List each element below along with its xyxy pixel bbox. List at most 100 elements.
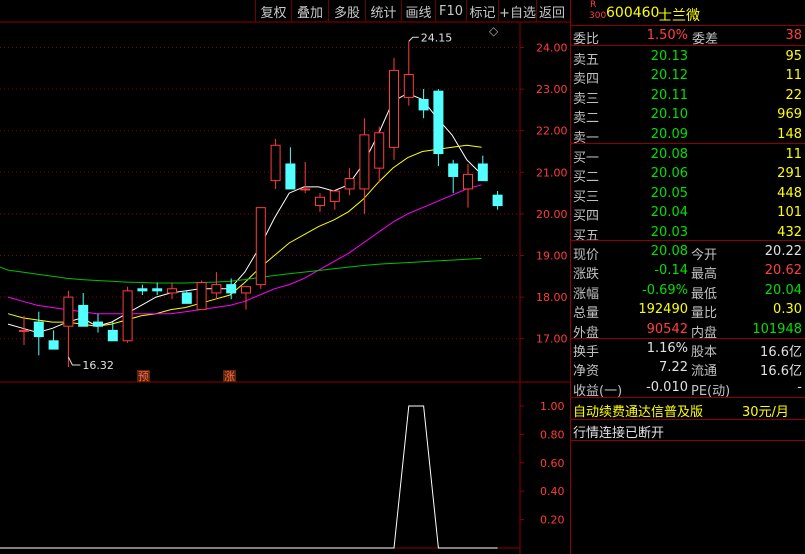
stat-label: 现价 [573, 248, 600, 263]
stat-value: - [797, 379, 802, 395]
bid-row: 买二 20.06 291 [570, 164, 805, 186]
candle-body [122, 290, 133, 342]
price-axis-label: 17.00 [536, 333, 568, 346]
candle-body [389, 69, 399, 148]
toolbar-button-1[interactable]: 叠加 [291, 0, 328, 22]
price-axis-label: 22.00 [536, 125, 568, 138]
price-axis-label: 19.00 [536, 250, 568, 263]
promo-row[interactable]: 自动续费通达信普及版 30元/月 [570, 399, 805, 420]
candle-body [329, 190, 340, 202]
bid-volume: 291 [777, 166, 802, 182]
stat-value: 16.6亿 [760, 364, 802, 380]
ask-label: 卖二 [573, 111, 600, 127]
stat-row: 收益(一) -0.010 PE(动) - [570, 378, 805, 399]
candle-body [33, 321, 44, 338]
ask-volume: 95 [785, 49, 802, 64]
bid-label: 买二 [573, 170, 600, 186]
price-axis-label: 23.00 [536, 83, 568, 96]
candle[interactable] [196, 280, 207, 311]
low-price-label: 16.32 [82, 359, 114, 372]
stat-value: -0.69% [642, 282, 688, 298]
stock-name: 士兰微 [658, 8, 700, 24]
bid-label: 买三 [573, 189, 600, 205]
event-marker-1[interactable]: 涨 [224, 370, 235, 383]
candle[interactable] [122, 286, 133, 343]
toolbar-button-8[interactable]: 返回 [536, 0, 567, 22]
stat-value: 20.08 [650, 244, 688, 259]
candle-body [78, 304, 89, 327]
stat-label: 净资 [573, 364, 600, 380]
ask-row: 卖一 20.09 148 [570, 125, 805, 146]
ask-row: 卖四 20.12 11 [570, 66, 805, 87]
stat-value: 20.22 [764, 244, 802, 259]
candle[interactable] [181, 290, 192, 304]
promo-text[interactable]: 自动续费通达信普及版 [573, 401, 703, 420]
stat-value: 20.04 [764, 282, 802, 298]
price-axis-label: 20.00 [536, 208, 568, 221]
stat-label: 总量 [573, 306, 600, 322]
candle-body [418, 99, 429, 111]
candle-body [226, 284, 237, 294]
stat-value: 192490 [638, 302, 688, 318]
toolbar-button-4[interactable]: 画线 [401, 0, 435, 22]
candle-body [344, 178, 355, 190]
indicator-axis-label: 0.40 [540, 485, 565, 498]
indicator-axis-label: 1.00 [540, 400, 565, 413]
stat-value: 7.22 [659, 360, 688, 376]
bid-price: 20.04 [650, 205, 688, 221]
diamond-icon[interactable]: ◇ [489, 24, 499, 38]
ask-label: 卖三 [573, 91, 600, 107]
toolbar-button-6[interactable]: 标记 [466, 0, 498, 22]
ask-row: 卖二 20.10 969 [570, 105, 805, 127]
stat-value: -0.010 [646, 379, 688, 395]
rz-badge-top: R [590, 0, 597, 10]
stat-label: 股本 [691, 345, 718, 360]
bid-price: 20.06 [650, 166, 688, 182]
candle-body [107, 329, 118, 342]
candle-body [433, 90, 444, 155]
bid-price: 20.05 [650, 185, 688, 201]
candle-body [492, 194, 503, 207]
candle-body [137, 288, 148, 292]
bid-price: 20.08 [650, 147, 688, 162]
price-axis-label: 21.00 [536, 166, 568, 179]
bid-volume: 432 [777, 224, 802, 240]
ask-volume: 148 [777, 126, 802, 142]
stat-row: 现价 20.08 今开 20.22 [570, 242, 805, 263]
candle[interactable] [255, 207, 266, 289]
stock-header: R 300 600460 士兰微 [570, 0, 805, 24]
candle-body [448, 163, 459, 177]
bid-row: 买一 20.08 11 [570, 145, 805, 166]
candle-body [63, 296, 74, 327]
candle-body [315, 196, 325, 207]
toolbar-button-2[interactable]: 多股 [328, 0, 365, 22]
stat-label: 涨幅 [573, 286, 600, 302]
event-marker-0[interactable]: 预 [138, 370, 149, 383]
bid-row: 买三 20.05 448 [570, 184, 805, 205]
toolbar-button-3[interactable]: 统计 [365, 0, 401, 22]
stat-row: 换手 1.16% 股本 16.6亿 [570, 339, 805, 360]
stat-value: -0.14 [654, 263, 688, 279]
candle[interactable] [389, 57, 399, 160]
ask-label: 卖五 [573, 53, 600, 68]
bid-label: 买四 [573, 209, 600, 225]
candle-body [241, 286, 251, 294]
ask-volume: 969 [777, 107, 802, 123]
ask-price: 20.10 [650, 107, 688, 123]
indicator-axis-label: 0.60 [540, 457, 565, 470]
promo-price[interactable]: 30元/月 [742, 401, 789, 420]
quote-panel: R 300 600460 士兰微 委比 1.50% 委差 38 卖五 20.13 9… [570, 0, 805, 554]
toolbar-button-7[interactable]: +自选 [498, 0, 536, 22]
toolbar-button-5[interactable]: F10 [435, 0, 466, 22]
connection-status: 行情连接已断开 [573, 426, 665, 441]
candle-body [196, 282, 207, 311]
candle-body [255, 207, 266, 286]
stat-value: 1.16% [646, 341, 688, 356]
bid-volume: 11 [785, 147, 802, 162]
stat-value: 0.30 [773, 302, 802, 318]
stat-label: 收益(一) [573, 383, 623, 399]
stat-label: 最高 [691, 267, 718, 283]
toolbar-button-0[interactable]: 复权 [255, 0, 291, 22]
stat-row: 涨跌 -0.14 最高 20.62 [570, 261, 805, 283]
kline-chart-area[interactable]: 24.00 23.00 22.00 21.00 20.00 19.00 18.00 17.00… [0, 0, 570, 554]
